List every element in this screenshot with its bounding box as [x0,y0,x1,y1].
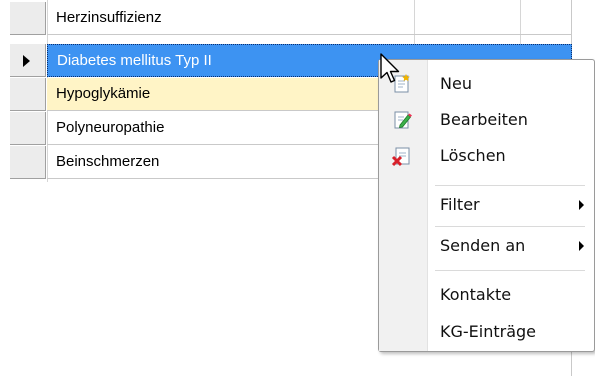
current-row-arrow-icon [23,55,30,67]
mouse-pointer-icon [380,53,404,87]
row-header[interactable] [10,146,46,179]
table-row[interactable]: Herzinsuffizienz [10,2,572,36]
row-header[interactable] [10,112,46,145]
menu-item-label: Bearbeiten [440,110,528,129]
menu-item-label: Filter [440,195,480,214]
row-header[interactable] [10,78,46,111]
delete-icon [391,145,413,167]
menu-separator [435,185,585,186]
row-header[interactable] [10,2,46,35]
cell-text: Hypoglykämie [56,85,151,102]
edit-icon [391,109,413,131]
row-header[interactable] [10,44,46,77]
menu-item-label: Löschen [440,146,506,165]
menu-item-edit[interactable]: Bearbeiten [379,102,594,138]
menu-item-contacts[interactable]: Kontakte [379,277,594,313]
menu-separator [435,226,585,227]
menu-item-label: Kontakte [440,285,512,304]
menu-item-new[interactable]: Neu [379,66,594,102]
submenu-arrow-icon [579,241,584,251]
cell-text: Herzinsuffizienz [56,9,162,26]
menu-item-label: KG-Einträge [440,322,537,341]
menu-item-kg-entries[interactable]: KG-Einträge [379,314,594,350]
context-menu: Neu Bearbeiten Löschen Filter Senden an … [378,59,595,352]
cell-text: Diabetes mellitus Typ II [57,52,212,69]
table-cell[interactable]: Herzinsuffizienz [47,2,572,35]
submenu-arrow-icon [579,200,584,210]
cell-text: Polyneuropathie [56,119,165,136]
menu-item-send-to[interactable]: Senden an [379,228,594,264]
cell-text: Beinschmerzen [56,153,160,170]
menu-separator [435,270,585,271]
menu-item-label: Senden an [440,236,526,255]
menu-item-filter[interactable]: Filter [379,187,594,223]
menu-item-label: Neu [440,74,472,93]
menu-item-delete[interactable]: Löschen [379,138,594,174]
